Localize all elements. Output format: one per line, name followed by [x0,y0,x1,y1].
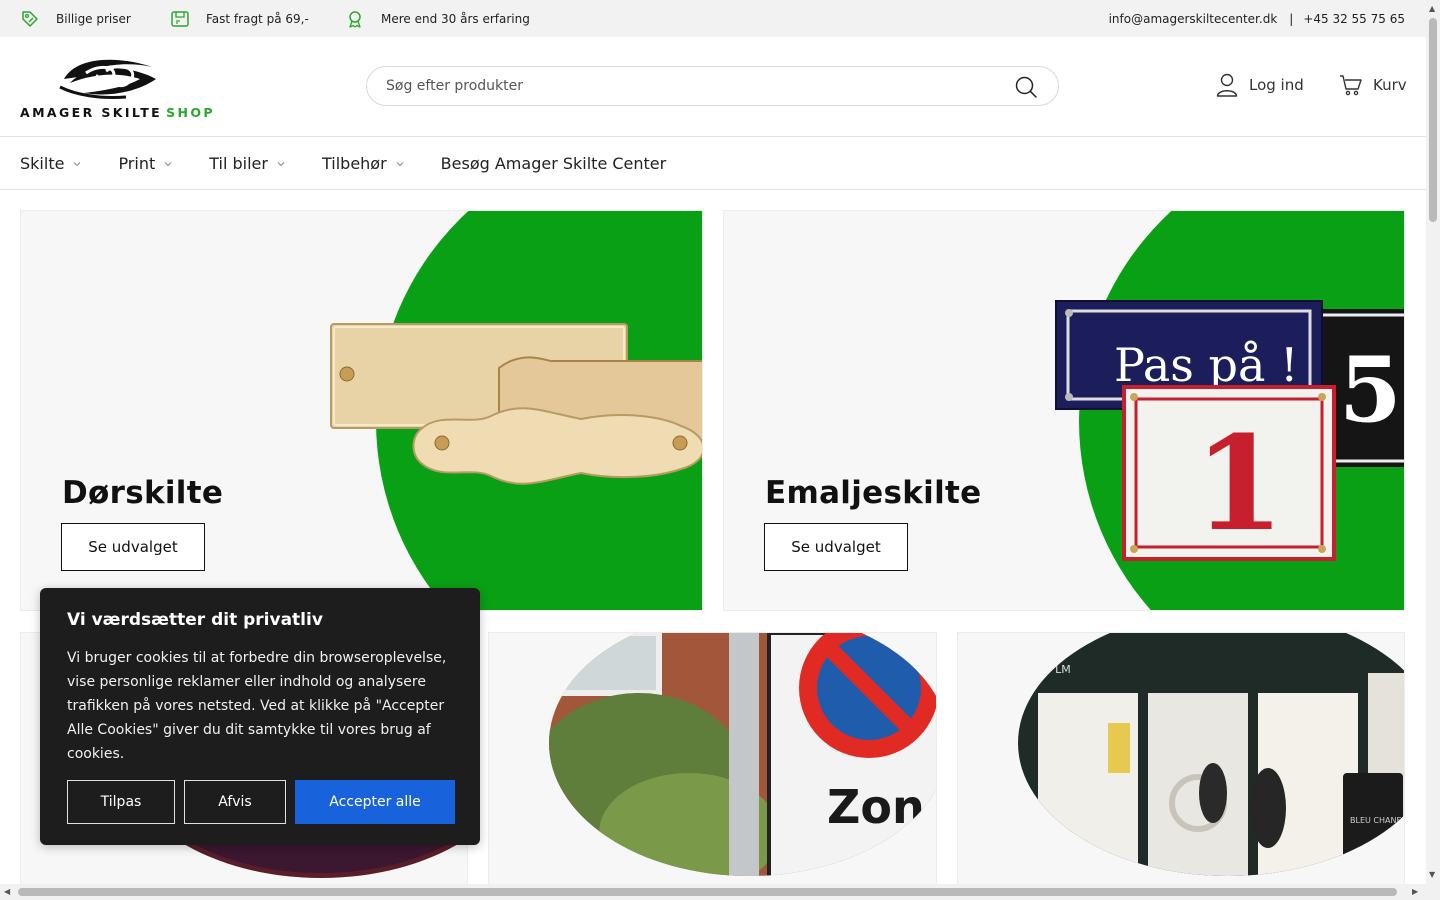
number-sign-text: 1 [1194,407,1284,560]
scroll-down-icon[interactable]: ▼ [1429,870,1435,879]
chevron-down-icon [396,161,404,166]
horizontal-scroll-thumb[interactable] [18,888,1397,896]
cookie-buttons: Tilpas Afvis Accepter alle [67,780,464,824]
cookie-customize-button[interactable]: Tilpas [67,780,175,824]
horizontal-scrollbar[interactable]: ◀ ▶ [0,884,1426,900]
nav-item-tilbehor[interactable]: Tilbehør [322,154,404,173]
tag-icon [22,10,38,27]
chevron-down-icon [277,161,285,166]
phone-link[interactable]: +45 32 55 75 65 [1303,12,1405,26]
cookie-reject-button[interactable]: Afvis [184,780,286,824]
card-title: Dørskilte [62,475,224,511]
parking-sign-image: Zon [549,633,936,876]
delivery-icon [171,10,189,27]
search-icon[interactable] [1014,75,1038,99]
cart-label: Kurv [1373,76,1407,94]
cookie-banner: Vi værdsætter dit privatliv Vi bruger co… [40,588,480,845]
login-label: Log ind [1249,76,1304,94]
top-bar: Billige priser Fast fragt på 69,- Mere e… [0,0,1426,37]
user-icon [1216,73,1238,97]
logo-shop-text: SHOP [166,105,215,120]
contact-separator: | [1289,11,1294,26]
award-icon [349,10,361,28]
nav-label: Skilte [20,154,65,173]
usp-label: Billige priser [56,11,131,26]
login-button[interactable]: Log ind [1216,73,1304,97]
cookie-text: Vi bruger cookies til at forbedre din br… [67,650,447,762]
nav-label: Besøg Amager Skilte Center [440,154,667,173]
category-card-small-2[interactable]: Zon [488,632,937,892]
cookie-accept-button[interactable]: Accepter alle [295,780,455,824]
scroll-left-icon[interactable]: ◀ [4,887,10,896]
logo-wordmark: AMAGER SKILTE SHOP [20,105,215,120]
zone-sign-text: Zon [827,780,925,834]
perfume-text: BLEU CHANEL [1350,816,1405,825]
usp-shipping: Fast fragt på 69,- [170,0,309,37]
vertical-scroll-thumb[interactable] [1429,18,1437,222]
store-name-text: LU LM [1038,663,1071,676]
usp-cheap-prices: Billige priser [20,0,131,37]
nav-item-visit-store[interactable]: Besøg Amager Skilte Center [441,154,667,173]
main-nav: Skilte Print Til biler Tilbehør Besøg Am… [0,138,1426,190]
contact-info: info@amagerskiltecenter.dk | +45 32 55 7… [1109,0,1405,37]
vertical-scrollbar[interactable]: ▲ ▼ [1426,0,1440,900]
category-card-doorsigns[interactable]: Dørskilte Se udvalget [20,210,703,611]
cart-icon [1340,75,1362,96]
storefront-image: LU LM BLEU CHANEL [1018,633,1405,876]
chevron-down-icon [164,161,172,166]
nav-label: Tilbehør [321,154,387,173]
category-card-enamel-signs[interactable]: 5 Pas på ! 1 Emaljeskilte Se udvalget [723,210,1405,611]
nav-label: Print [118,154,156,173]
usp-experience: Mere end 30 års erfaring [345,0,530,37]
nav-item-skilte[interactable]: Skilte [20,154,81,173]
email-link[interactable]: info@amagerskiltecenter.dk [1109,12,1278,26]
search-bar [366,66,1059,106]
cart-button[interactable]: Kurv [1339,73,1407,97]
usp-label: Mere end 30 års erfaring [381,11,530,26]
see-selection-button[interactable]: Se udvalget [61,523,205,571]
scroll-right-icon[interactable]: ▶ [1412,887,1418,896]
usp-label: Fast fragt på 69,- [206,11,309,26]
category-card-small-3[interactable]: LU LM BLEU CHANEL [957,632,1405,892]
scroll-up-icon[interactable]: ▲ [1429,4,1435,13]
search-input[interactable] [386,67,986,105]
logo-mark-icon [59,59,156,99]
see-selection-button[interactable]: Se udvalget [764,523,908,571]
nav-item-print[interactable]: Print [118,154,172,173]
cookie-title: Vi værdsætter dit privatliv [67,610,323,630]
pas-pa-sign-text: Pas på ! [1114,338,1299,392]
chevron-down-icon [74,161,81,166]
nav-label: Til biler [209,154,268,173]
card-title: Emaljeskilte [765,475,982,511]
nav-item-til-biler[interactable]: Til biler [209,154,285,173]
logo[interactable]: AMAGER SKILTE SHOP [20,53,213,121]
logo-text: AMAGER SKILTE [20,105,163,120]
site-header: AMAGER SKILTESHOP Log ind Kurv [0,37,1426,137]
svg-text:5: 5 [1339,337,1402,443]
